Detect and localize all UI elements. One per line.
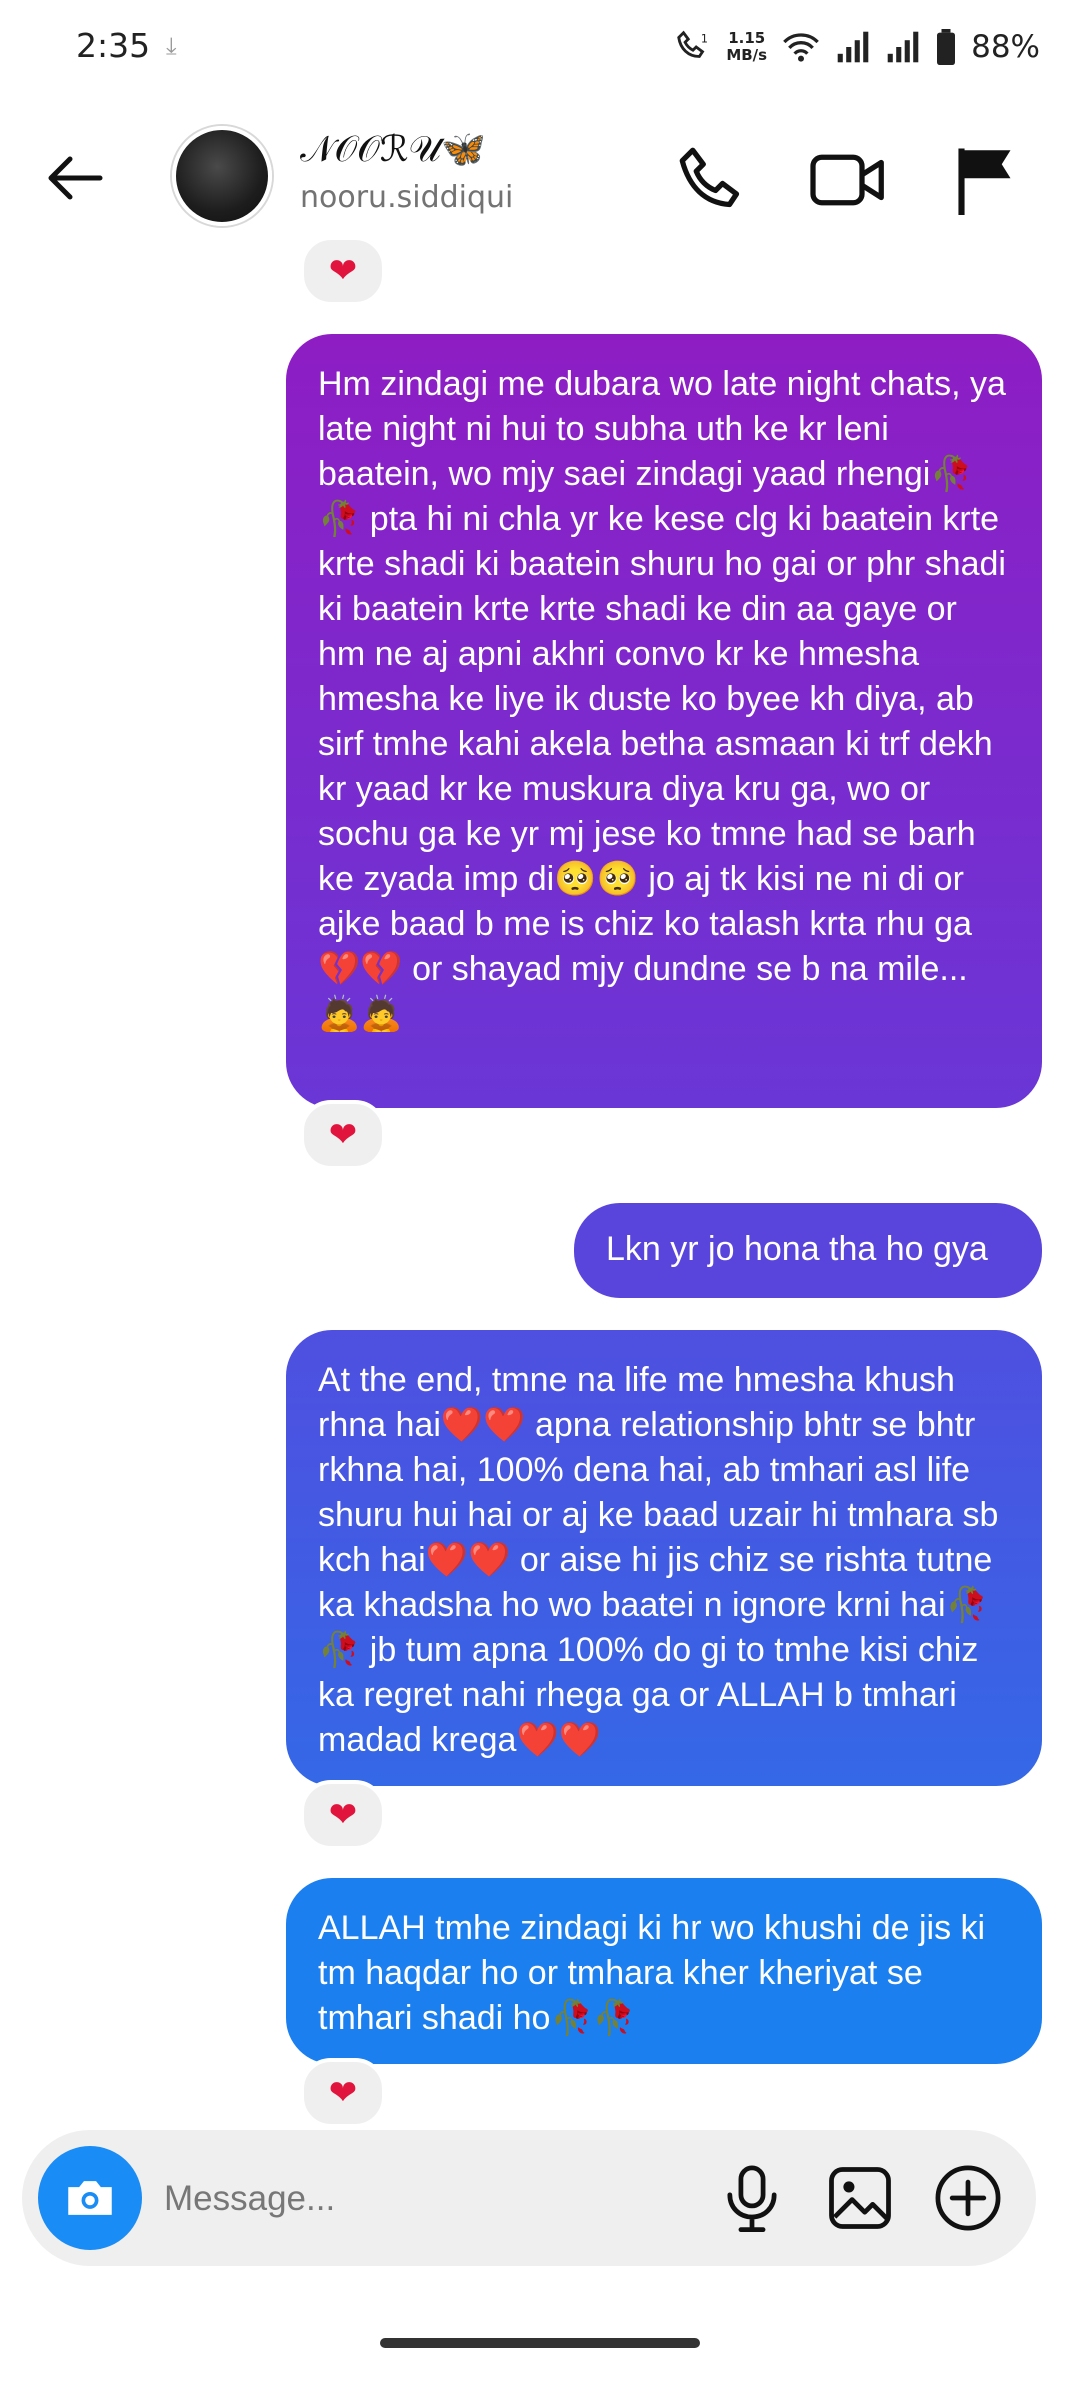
- home-indicator[interactable]: [380, 2338, 700, 2348]
- add-content-button[interactable]: [930, 2160, 1006, 2236]
- message-input[interactable]: [162, 2168, 666, 2230]
- net-speed: 1.15 MB/s: [726, 30, 767, 64]
- reaction-heart[interactable]: ❤: [300, 236, 386, 306]
- report-button[interactable]: [944, 138, 1028, 222]
- battery-icon: [937, 29, 956, 65]
- status-time: 2:35: [76, 26, 151, 65]
- phone-icon: [679, 147, 740, 208]
- net-speed-value: 1.15: [728, 29, 766, 47]
- message-text: At the end, tmne na life me hmesha khush…: [318, 1361, 999, 1759]
- message-bubble[interactable]: Hm zindagi me dubara wo late night chats…: [286, 334, 1042, 1108]
- svg-text:1: 1: [701, 32, 708, 45]
- signal-icon-1: [837, 31, 869, 63]
- contact-username[interactable]: nooru.siddiqui: [300, 180, 513, 215]
- download-icon: ⤓: [166, 32, 177, 60]
- message-text: Hm zindagi me dubara wo late night chats…: [318, 365, 1006, 1033]
- flag-icon: [958, 148, 1011, 215]
- wifi-icon: [783, 33, 819, 62]
- call-button[interactable]: [670, 138, 754, 222]
- net-speed-unit: MB/s: [726, 46, 768, 64]
- plus-circle-icon: [935, 2165, 1001, 2231]
- reaction-heart[interactable]: ❤: [300, 1780, 386, 1850]
- message-text: Lkn yr jo hona tha ho gya: [606, 1230, 988, 1268]
- reaction-emoji: ❤: [328, 2073, 358, 2113]
- camera-icon: [68, 2181, 112, 2215]
- chat-header: 𝒩𝒪𝒪ℛ𝒰🦋 nooru.siddiqui: [0, 100, 1080, 260]
- contact-name[interactable]: 𝒩𝒪𝒪ℛ𝒰🦋: [300, 128, 486, 171]
- video-camera-icon: [810, 154, 884, 206]
- reaction-emoji: ❤: [328, 251, 358, 291]
- reaction-heart[interactable]: ❤: [300, 1100, 386, 1170]
- gallery-button[interactable]: [822, 2160, 898, 2236]
- camera-button[interactable]: [38, 2146, 142, 2250]
- status-icons: 1 1.15 MB/s 88%: [674, 22, 1040, 72]
- reaction-emoji: ❤: [328, 1795, 358, 1835]
- message-bubble[interactable]: ALLAH tmhe zindagi ki hr wo khushi de ji…: [286, 1878, 1042, 2064]
- message-composer: [22, 2130, 1036, 2266]
- image-icon: [829, 2167, 891, 2229]
- video-call-button[interactable]: [806, 138, 890, 222]
- voice-message-button[interactable]: [714, 2160, 790, 2236]
- message-bubble[interactable]: At the end, tmne na life me hmesha khush…: [286, 1330, 1042, 1786]
- reaction-emoji: ❤: [328, 1115, 358, 1155]
- microphone-icon: [727, 2165, 777, 2233]
- back-arrow-icon: [48, 156, 103, 200]
- wifi-call-icon: 1: [677, 30, 708, 58]
- message-bubble[interactable]: Lkn yr jo hona tha ho gya: [574, 1203, 1042, 1298]
- message-text: ALLAH tmhe zindagi ki hr wo khushi de ji…: [318, 1909, 986, 2037]
- battery-percent: 88%: [971, 29, 1040, 65]
- status-bar: 2:35 ⤓ 1 1.15 MB/s 88%: [0, 0, 1080, 96]
- avatar[interactable]: [172, 126, 272, 226]
- reaction-heart[interactable]: ❤: [300, 2058, 386, 2128]
- signal-icon-2: [887, 31, 919, 63]
- back-button[interactable]: [40, 142, 112, 214]
